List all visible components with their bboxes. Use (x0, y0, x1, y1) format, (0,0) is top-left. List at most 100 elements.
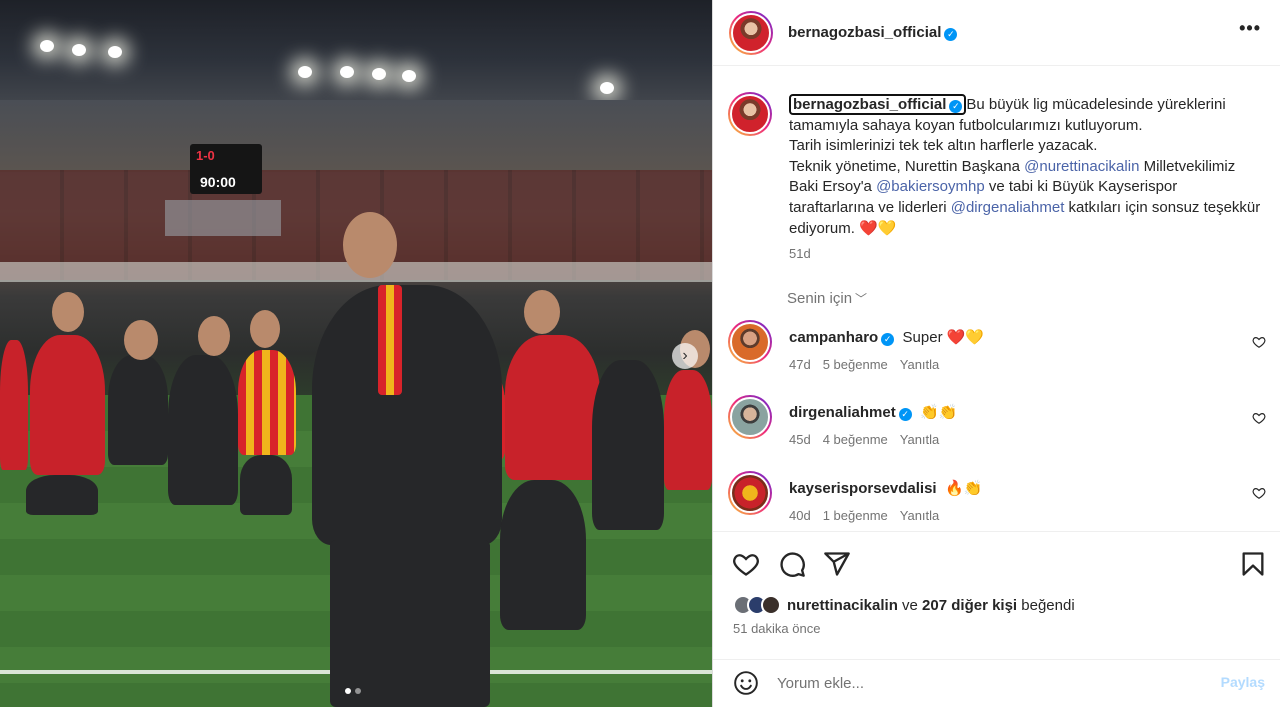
post-timestamp[interactable]: 51 dakika önce (733, 621, 820, 636)
comment-time[interactable]: 45d (789, 432, 811, 447)
liker-username[interactable]: nurettinacikalin (787, 597, 898, 614)
likes-others[interactable]: 207 diğer kişi (922, 597, 1017, 614)
player-figure (30, 335, 105, 475)
comment-time[interactable]: 47d (789, 357, 811, 372)
comment-input[interactable] (777, 670, 1197, 696)
coach-trousers (330, 540, 490, 707)
floodlight (108, 46, 122, 58)
floodlight (600, 82, 614, 94)
post-header: bernagozbasi_official ✓ ••• (713, 0, 1280, 66)
mention-link[interactable]: @bakiersoymhp (876, 178, 985, 195)
upper-stand (0, 100, 712, 172)
mention-link[interactable]: @dirgenaliahmet (951, 199, 1065, 216)
avatar (761, 595, 781, 615)
comment-meta: 40d 1 beğenme Yanıtla (789, 508, 939, 523)
add-comment-bar: Paylaş (713, 659, 1280, 707)
comments-section[interactable]: bernagozbasi_official ✓ Bu büyük lig mücad… (713, 67, 1280, 531)
comment-text: Super ❤️💛 (902, 329, 985, 346)
avatar[interactable] (728, 471, 772, 515)
comment-sort-label: Senin için (787, 290, 853, 307)
likes-suffix: beğendi (1017, 596, 1075, 614)
floodlight (40, 40, 54, 52)
staff-trousers (500, 480, 586, 630)
reply-button[interactable]: Yanıtla (900, 432, 940, 447)
floodlight (340, 66, 354, 78)
staff-head (524, 290, 560, 334)
staff-head (198, 316, 230, 356)
comment-body: dirgenaliahmet ✓ 👏👏 (789, 403, 957, 421)
avatar[interactable] (728, 395, 772, 439)
verified-badge-icon: ✓ (881, 333, 895, 346)
team-scarf (378, 285, 402, 395)
caption-username[interactable]: bernagozbasi_official (793, 96, 946, 113)
caption-text: Teknik yönetime, Nurettin Başkana (789, 157, 1025, 175)
likes-connector: ve (897, 596, 923, 614)
more-options-icon[interactable]: ••• (1239, 18, 1261, 39)
reply-button[interactable]: Yanıtla (900, 357, 940, 372)
comment-meta: 47d 5 beğenme Yanıtla (789, 357, 939, 372)
staff-figure (108, 355, 168, 465)
staff-figure (168, 355, 238, 505)
caption-text: Tarih isimlerinizi tek tek altın harfler… (789, 137, 1098, 155)
likes-text: nurettinacikalin ve 207 diğer kişi beğen… (787, 597, 1075, 614)
staff-figure (505, 335, 600, 480)
caption-timestamp[interactable]: 51d (789, 246, 811, 261)
next-slide-button[interactable]: › (672, 343, 698, 369)
coach-head (343, 212, 397, 278)
likes-summary[interactable]: nurettinacikalin ve 207 diğer kişi beğen… (733, 595, 1075, 615)
like-heart-icon[interactable] (732, 550, 760, 578)
post-media[interactable]: 1-0 90:00 › (0, 0, 712, 707)
scoreboard-score: 1-0 (196, 148, 215, 163)
comment-bubble-icon[interactable] (778, 550, 806, 578)
mention-link[interactable]: @nurettinacikalin (1024, 158, 1139, 175)
avatar[interactable] (728, 320, 772, 364)
verified-badge-icon: ✓ (898, 408, 912, 421)
post-panel: bernagozbasi_official ✓ ••• bernagozbasi_… (712, 0, 1280, 707)
staff-figure (592, 360, 664, 530)
verified-badge-icon: ✓ (949, 100, 963, 113)
author-username[interactable]: bernagozbasi_official (788, 24, 941, 41)
comment-username[interactable]: kayserisporsevdalisi (789, 480, 937, 497)
slide-dot (355, 688, 361, 694)
comment-likes[interactable]: 5 beğenme (823, 357, 888, 372)
header-username-row: bernagozbasi_official ✓ (788, 24, 958, 41)
post-comment-button[interactable]: Paylaş (1221, 674, 1265, 690)
comment-likes[interactable]: 4 beğenme (823, 432, 888, 447)
verified-badge-icon: ✓ (944, 28, 958, 41)
player-head (250, 310, 280, 348)
comment-username[interactable]: campanharo (789, 329, 878, 346)
post-caption: bernagozbasi_official ✓ Bu büyük lig mücad… (789, 94, 1264, 239)
comment-sort-dropdown[interactable]: Senin için ﹀ (787, 290, 867, 307)
avatar[interactable] (729, 11, 773, 55)
scoreboard-clock: 90:00 (200, 174, 236, 190)
player-head (52, 292, 84, 332)
comment-meta: 45d 4 beğenme Yanıtla (789, 432, 939, 447)
player-shorts (26, 475, 98, 515)
avatar[interactable] (728, 92, 772, 136)
share-send-icon[interactable] (823, 550, 851, 578)
heart-icon[interactable] (1252, 411, 1266, 425)
save-bookmark-icon[interactable] (1239, 550, 1267, 578)
emoji-icon[interactable] (733, 670, 759, 696)
comment-text: 🔥👏 (944, 480, 983, 497)
player-shorts (240, 455, 292, 515)
reply-button[interactable]: Yanıtla (900, 508, 940, 523)
coach-figure (312, 285, 502, 545)
comment-body: kayserisporsevdalisi 🔥👏 (789, 479, 982, 497)
comment-likes[interactable]: 1 beğenme (823, 508, 888, 523)
slide-dot-active (345, 688, 351, 694)
comment-time[interactable]: 40d (789, 508, 811, 523)
stadium-banner (165, 200, 281, 236)
heart-icon[interactable] (1252, 486, 1266, 500)
chevron-right-icon: › (682, 347, 688, 364)
floodlight (72, 44, 86, 56)
comment-body: campanharo ✓ Super ❤️💛 (789, 328, 984, 346)
scoreboard: 1-0 90:00 (190, 144, 262, 194)
staff-head (124, 320, 158, 360)
comment-username[interactable]: dirgenaliahmet (789, 404, 896, 421)
player-figure (0, 340, 28, 470)
heart-icon[interactable] (1252, 335, 1266, 349)
caption-emojis: ❤️💛 (859, 219, 897, 237)
player-figure (238, 350, 296, 455)
floodlight (372, 68, 386, 80)
